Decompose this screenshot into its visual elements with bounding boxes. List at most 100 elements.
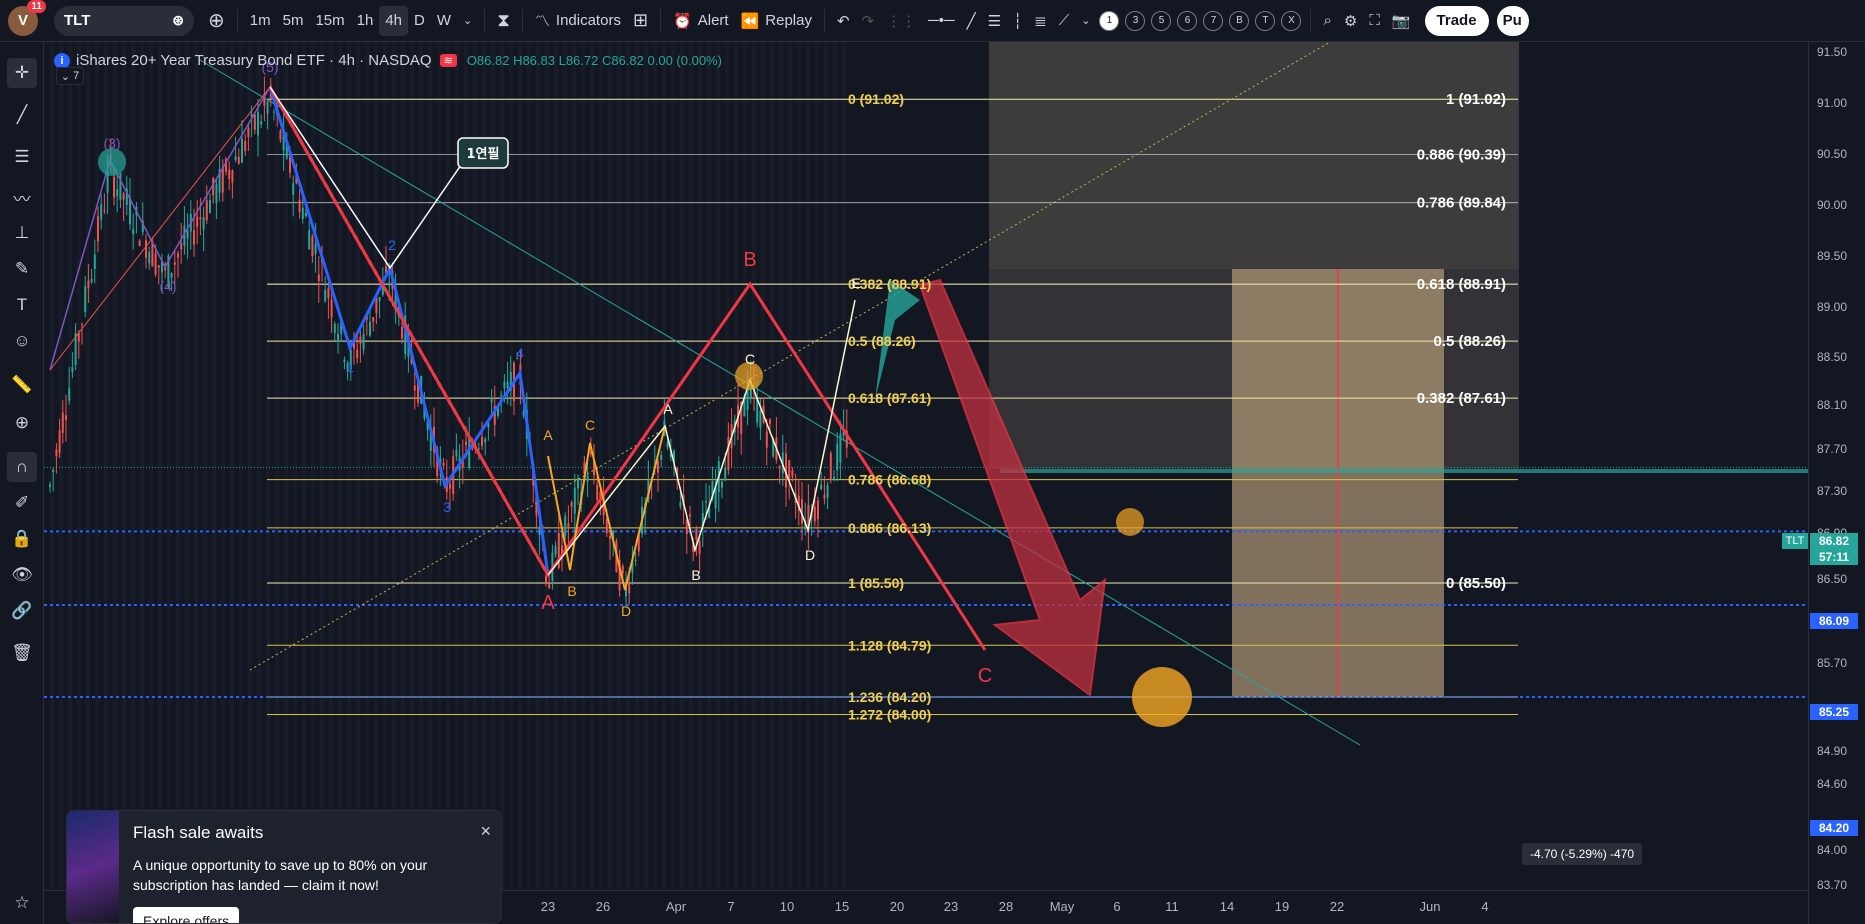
layout-1[interactable]: 1 <box>1099 10 1120 31</box>
flash-sale-toast[interactable]: Flash sale awaits A unique opportunity t… <box>66 810 502 924</box>
candle-body <box>823 494 826 499</box>
fib-label-right: 0.786 (89.84) <box>1417 195 1506 212</box>
publish-button[interactable]: Pu <box>1496 5 1529 36</box>
trend-line-icon[interactable]: ╱ <box>961 6 982 36</box>
candles-icon[interactable]: ⧗ <box>491 6 516 36</box>
star-icon[interactable]: ☆ <box>7 888 37 918</box>
candle-body <box>791 470 794 477</box>
candle-body <box>695 528 698 540</box>
symbol-search[interactable]: TLT ⊛ <box>54 5 194 36</box>
rewind-icon: ⏪ <box>740 12 760 30</box>
candle-body <box>202 217 205 230</box>
price-axis[interactable]: 91.50 91.00 90.50 90.00 89.50 89.00 88.50 88.10… <box>1808 42 1865 924</box>
fib-retracement-icon[interactable]: ☰ <box>982 6 1007 36</box>
zoom-search-icon[interactable]: ⌕ <box>1317 6 1337 36</box>
camera-icon[interactable]: 📷 <box>1386 6 1417 36</box>
candle-body <box>769 419 771 424</box>
candle-body <box>372 317 375 322</box>
session-stripe <box>50 42 54 890</box>
time-tick: 23 <box>943 899 959 914</box>
session-stripe <box>302 42 306 890</box>
lock-icon[interactable]: 🔒 <box>7 524 37 554</box>
trash-icon[interactable]: 🗑 <box>7 638 37 668</box>
chevron-down-icon[interactable]: ⌄ <box>1075 6 1096 36</box>
text-tool-icon[interactable]: T <box>7 290 37 320</box>
symbol-compare-icon[interactable]: ⊛ <box>172 12 184 29</box>
alert-button[interactable]: ⏰ Alert <box>667 6 735 36</box>
templates-icon[interactable]: ⊞ <box>627 6 654 36</box>
interval-1h[interactable]: 1h <box>351 6 380 36</box>
link-icon[interactable]: 🔗 <box>7 596 37 626</box>
legend-flag-icon[interactable]: ≋ <box>439 54 457 67</box>
indicators-button[interactable]: 〽 Indicators <box>529 6 627 36</box>
wave-label-red: B <box>743 249 756 271</box>
drag-handle-icon[interactable]: ⋮⋮ <box>880 6 922 36</box>
emoji-tool-icon[interactable]: ☺ <box>7 326 37 356</box>
vertical-line-icon[interactable]: ┆ <box>1007 6 1028 36</box>
chevron-down-icon[interactable]: ⌄ <box>457 6 478 36</box>
interval-d[interactable]: D <box>408 6 431 36</box>
pattern-tool-icon[interactable]: 〰 <box>7 182 37 212</box>
forecast-tool-icon[interactable]: ⊥ <box>7 218 37 248</box>
candle-body <box>586 475 589 482</box>
session-stripe <box>365 42 369 890</box>
redo-icon[interactable]: ↷ <box>856 6 881 36</box>
ruler-icon[interactable]: 📏 <box>7 370 37 400</box>
layout-7[interactable]: 7 <box>1203 10 1224 31</box>
layout-3[interactable]: 3 <box>1125 10 1146 31</box>
crosshair-icon[interactable]: ✛ <box>7 58 37 88</box>
collapse-indicators-button[interactable]: ⌄ 7 <box>56 67 84 85</box>
candle-body <box>330 299 333 318</box>
settings-gear-icon[interactable]: ⚙ <box>1338 6 1363 36</box>
add-symbol-icon[interactable]: ⊕ <box>202 6 231 36</box>
interval-5m[interactable]: 5m <box>277 6 310 36</box>
candle-body <box>836 443 839 471</box>
current-price-label: 86.82 <box>1810 533 1858 549</box>
chart-legend[interactable]: i iShares 20+ Year Treasury Bond ETF · 4… <box>54 52 722 69</box>
path-tool-icon[interactable]: ⟋ <box>1053 6 1076 36</box>
session-stripe <box>563 42 567 890</box>
fib-tool-icon[interactable]: ☰ <box>7 142 37 172</box>
candle-body <box>138 240 141 246</box>
session-stripe <box>419 42 423 890</box>
interval-4h[interactable]: 4h <box>379 5 409 36</box>
candle-body <box>564 516 567 536</box>
candle-body <box>231 170 234 183</box>
fullscreen-icon[interactable]: ⛶ <box>1363 6 1386 36</box>
chart-canvas[interactable]: 0 (91.02)0.382 (88.91)0.5 (88.26)0.618 (… <box>44 42 1808 890</box>
session-stripe <box>518 42 522 890</box>
wave-label-white: C <box>745 351 755 367</box>
layout-5[interactable]: 5 <box>1151 10 1172 31</box>
candle-body <box>209 200 211 213</box>
layout-t[interactable]: T <box>1255 10 1276 31</box>
interval-w[interactable]: W <box>431 6 457 36</box>
brush-tool-icon[interactable]: ✎ <box>7 254 37 284</box>
layout-x[interactable]: X <box>1281 10 1302 31</box>
time-tick: 14 <box>1219 899 1235 914</box>
horizontal-ray-icon[interactable]: ─•─ <box>922 6 961 36</box>
session-stripe <box>428 42 432 890</box>
interval-1m[interactable]: 1m <box>244 6 277 36</box>
candle-body <box>356 349 359 358</box>
trade-button[interactable]: Trade <box>1424 5 1489 36</box>
chart-pane[interactable]: 0 (91.02) 0.382 (88.91) 0.5 (88.26) 0.618 (… <box>44 42 1808 924</box>
candle-body <box>506 381 509 389</box>
candle-body <box>490 397 493 403</box>
replay-button[interactable]: ⏪ Replay <box>735 6 818 36</box>
zoom-in-icon[interactable]: ⊕ <box>7 408 37 438</box>
explore-offers-button[interactable]: Explore offers <box>133 907 240 923</box>
eye-icon[interactable]: 👁 <box>7 560 37 590</box>
trend-line-tool-icon[interactable]: ╱ <box>7 100 37 130</box>
candle-body <box>596 484 599 500</box>
layout-6[interactable]: 6 <box>1177 10 1198 31</box>
interval-15m[interactable]: 15m <box>309 6 350 36</box>
layout-b[interactable]: B <box>1229 10 1250 31</box>
magnet-icon[interactable]: ∩ <box>7 452 37 482</box>
session-stripe <box>347 42 351 890</box>
undo-icon[interactable]: ↶ <box>831 6 856 36</box>
candle-body <box>634 560 637 562</box>
close-icon[interactable]: × <box>480 821 491 842</box>
parallel-channel-icon[interactable]: ≣ <box>1028 6 1053 36</box>
user-avatar[interactable]: V 11 <box>8 0 46 36</box>
drawing-mode-icon[interactable]: ✐ <box>7 488 37 518</box>
